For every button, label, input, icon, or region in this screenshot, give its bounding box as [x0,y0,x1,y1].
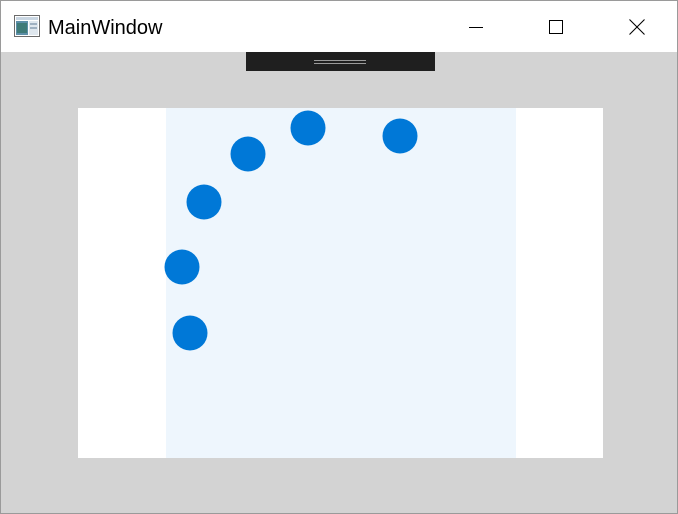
canvas-dot[interactable] [164,249,200,285]
window-app-icon [14,15,40,37]
maximize-button[interactable] [516,1,596,53]
minimize-button[interactable] [436,1,516,53]
canvas-dot[interactable] [290,110,326,146]
window-title: MainWindow [48,17,163,39]
canvas-dot[interactable] [172,315,208,351]
dot-layer [78,108,603,458]
canvas-dot[interactable] [230,136,266,172]
canvas-dot[interactable] [186,184,222,220]
close-button[interactable] [597,1,677,53]
drag-grip-icon [314,60,366,64]
close-icon [629,19,645,35]
toolbar-drag-strip[interactable] [246,52,435,71]
maximize-icon [549,20,563,34]
canvas-area[interactable] [78,108,603,458]
title-bar[interactable]: MainWindow [1,0,677,52]
main-window: MainWindow [0,0,678,514]
minimize-icon [469,27,483,28]
canvas-dot[interactable] [382,118,418,154]
